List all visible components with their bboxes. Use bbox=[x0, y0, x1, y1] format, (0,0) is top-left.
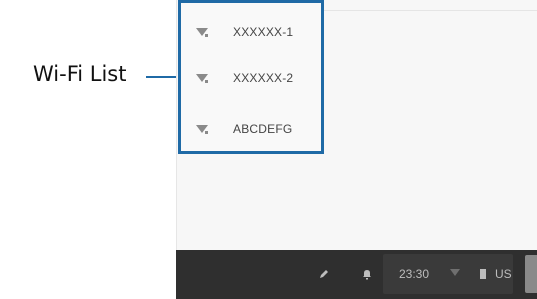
locale-indicator: US bbox=[495, 267, 512, 281]
wifi-network-name: XXXXXX-2 bbox=[233, 71, 294, 85]
clock-time: 23:30 bbox=[399, 267, 430, 281]
wifi-network-item[interactable]: XXXXXX-1 bbox=[181, 17, 321, 47]
wifi-network-name: XXXXXX-1 bbox=[233, 25, 294, 39]
battery-icon bbox=[480, 269, 486, 279]
wifi-network-item[interactable]: XXXXXX-2 bbox=[181, 63, 321, 93]
wifi-list: XXXXXX-1 XXXXXX-2 ABCDEFG bbox=[178, 0, 324, 154]
wifi-network-item[interactable]: ABCDEFG bbox=[181, 114, 321, 144]
panel-divider bbox=[324, 10, 537, 11]
wifi-network-name: ABCDEFG bbox=[233, 122, 293, 136]
avatar[interactable] bbox=[525, 255, 537, 293]
wifi-signal-icon bbox=[196, 28, 208, 37]
pen-icon[interactable] bbox=[318, 268, 330, 280]
wifi-signal-icon bbox=[196, 125, 208, 134]
wifi-list-callout-label: Wi-Fi List bbox=[33, 62, 127, 86]
wifi-icon bbox=[450, 269, 460, 276]
bell-icon[interactable] bbox=[361, 268, 373, 280]
wifi-signal-icon bbox=[196, 74, 208, 83]
callout-connector-line bbox=[146, 76, 178, 78]
